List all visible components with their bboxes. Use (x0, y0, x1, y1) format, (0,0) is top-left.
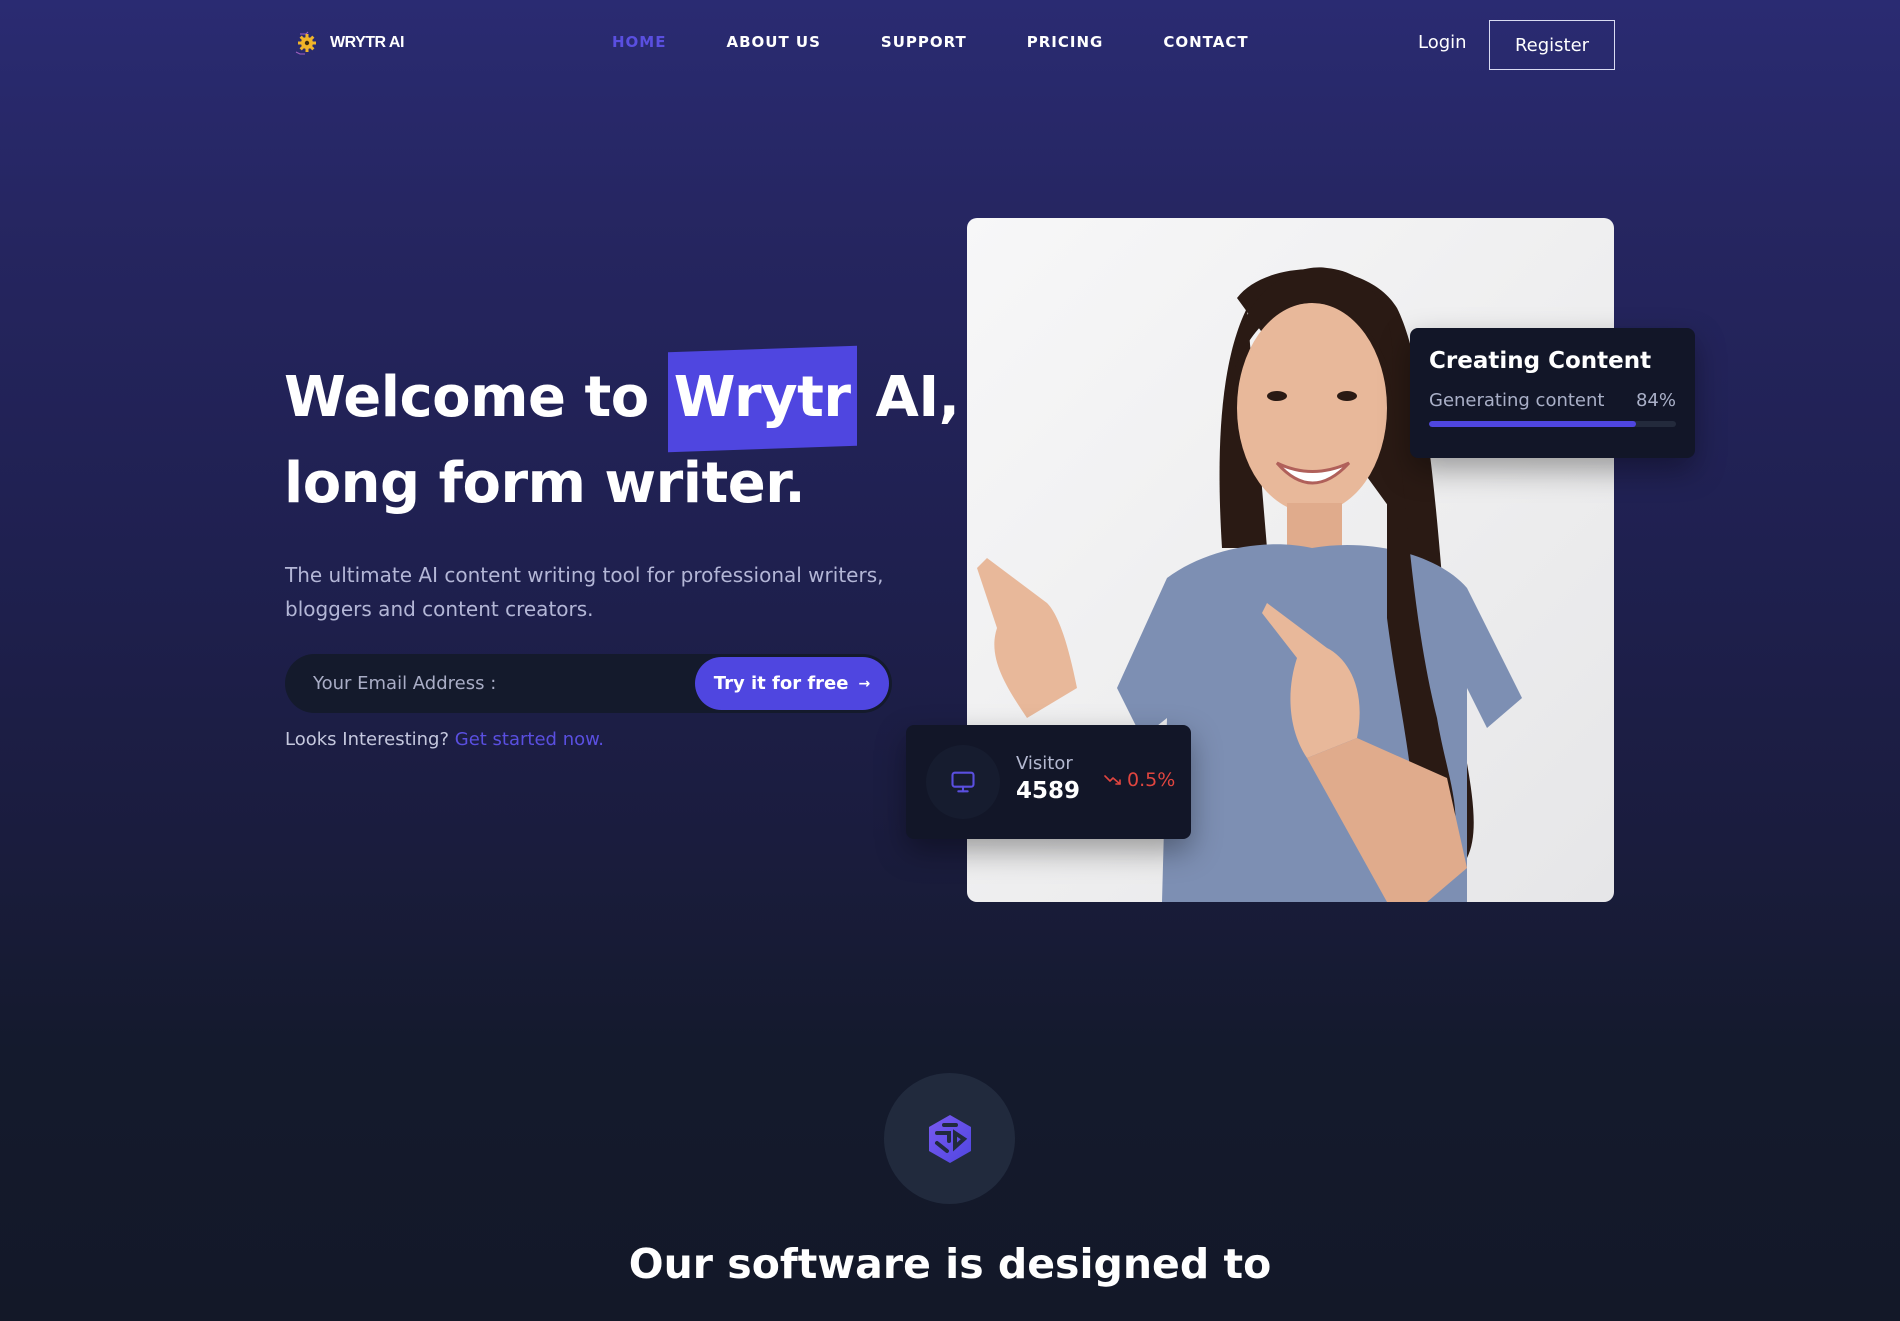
looks-text: Looks Interesting? (285, 729, 450, 750)
hexagon-cube-icon (928, 1114, 971, 1163)
nav-item-contact[interactable]: CONTACT (1163, 33, 1248, 51)
register-button[interactable]: Register (1489, 20, 1615, 70)
try-free-button[interactable]: Try it for free → (695, 657, 889, 710)
visitor-icon-badge (926, 745, 1000, 819)
hero-title: Welcome to Wrytr AI, long form writer. (284, 355, 984, 527)
get-started-link[interactable]: Get started now. (455, 729, 604, 750)
arrow-right-icon: → (858, 675, 871, 692)
visitor-label: Visitor (1016, 753, 1073, 774)
signup-form: Try it for free → (285, 654, 892, 713)
login-link[interactable]: Login (1418, 32, 1467, 53)
section-title: Our software is designed to (628, 1240, 1272, 1288)
monitor-icon (951, 771, 975, 793)
hero-title-after: AI, (856, 365, 960, 430)
main-menu: HOME ABOUT US SUPPORT PRICING CONTACT (612, 33, 1309, 51)
progress-percent: 84% (1635, 390, 1676, 411)
card-title: Creating Content (1429, 348, 1652, 374)
email-input[interactable] (313, 654, 673, 713)
progress-bar (1429, 421, 1676, 427)
brand-name: WRYTR AI (330, 34, 404, 51)
nav-item-pricing[interactable]: PRICING (1027, 33, 1104, 51)
hero-title-line2: long form writer. (284, 451, 806, 516)
trending-down-icon (1104, 775, 1121, 785)
hero-title-highlight: Wrytr (668, 355, 857, 441)
feature-badge (884, 1073, 1015, 1204)
brand-logo[interactable]: WRYTR AI (292, 28, 404, 58)
hero-title-before: Welcome to (284, 365, 668, 430)
progress-status: Generating content (1429, 390, 1605, 411)
nav-item-home[interactable]: HOME (612, 33, 666, 51)
get-started-line: Looks Interesting? Get started now. (285, 729, 604, 750)
visitor-card: Visitor 4589 0.5% (906, 725, 1191, 839)
try-free-label: Try it for free (713, 673, 849, 694)
visitor-change: 0.5% (1104, 769, 1175, 791)
nav-item-support[interactable]: SUPPORT (881, 33, 967, 51)
progress-bar-fill (1429, 421, 1637, 427)
visitor-count: 4589 (1016, 778, 1081, 804)
creating-content-card: Creating Content Generating content 84% (1410, 328, 1695, 458)
gear-icon (295, 31, 316, 55)
hero-subtitle: The ultimate AI content writing tool for… (285, 563, 884, 621)
progress-row: Generating content 84% (1429, 390, 1676, 411)
visitor-change-value: 0.5% (1127, 769, 1176, 791)
top-nav: WRYTR AI HOME ABOUT US SUPPORT PRICING C… (0, 0, 1900, 88)
nav-item-about-us[interactable]: ABOUT US (726, 33, 820, 51)
